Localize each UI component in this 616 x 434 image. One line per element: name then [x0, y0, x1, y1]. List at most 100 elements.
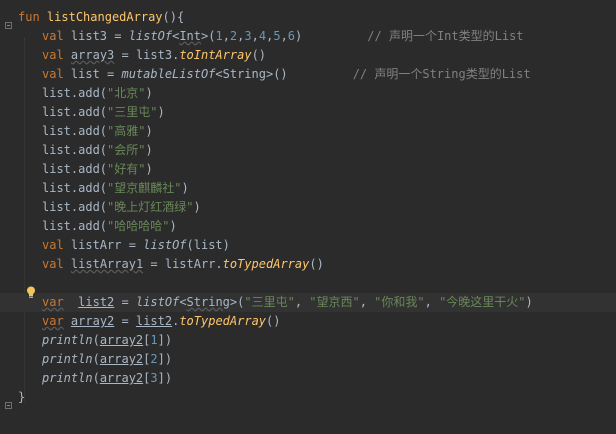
code-token: listOf — [128, 29, 173, 43]
code-line[interactable]: var array2 = list2.toTypedArray() — [0, 312, 616, 331]
code-line[interactable]: list.add("会所") — [0, 141, 616, 160]
code-token: mutableListOf — [121, 67, 216, 81]
code-line[interactable]: list.add("高雅") — [0, 122, 616, 141]
code-line[interactable]: println(array2[1]) — [0, 331, 616, 350]
code-token: "晚上灯红酒绿" — [107, 200, 194, 214]
code-line[interactable]: list.add("望京麒麟社") — [0, 179, 616, 198]
lightbulb-icon[interactable] — [26, 286, 36, 299]
code-editor[interactable]: fun listChangedArray(){ val list3 = listO… — [0, 0, 616, 434]
code-token: val — [42, 67, 64, 81]
code-token: list.add( — [42, 181, 108, 195]
code-token: "今晚这里干火" — [439, 295, 526, 309]
code-token: list = — [63, 67, 122, 81]
code-token: val — [42, 238, 64, 252]
code-token: list.add( — [42, 105, 108, 119]
code-line-content: var list2 = listOf<String>("三里屯", "望京西",… — [42, 293, 533, 312]
code-token: toTypedArray — [222, 257, 310, 271]
code-token: 3 — [150, 371, 158, 385]
code-line-content: list.add("哈哈哈哈") — [42, 217, 177, 236]
code-line-content: val listArr = listOf(list) — [42, 236, 230, 255]
code-token: () — [251, 48, 267, 62]
code-token: println — [42, 371, 93, 385]
code-token: (list) — [186, 238, 230, 252]
code-line[interactable]: val list3 = listOf<Int>(1,2,3,4,5,6) // … — [0, 27, 616, 46]
code-token: , — [424, 295, 440, 309]
code-token: list.add( — [42, 143, 108, 157]
code-token: >( — [229, 295, 245, 309]
code-token: // 声明一个String类型的List — [352, 67, 531, 81]
code-line[interactable]: val list = mutableListOf<String>() // 声明… — [0, 65, 616, 84]
code-line-content: list.add("三里屯") — [42, 103, 165, 122]
code-token: ( — [92, 371, 100, 385]
code-line-content: list.add("望京麒麟社") — [42, 179, 189, 198]
code-token: ) — [193, 200, 201, 214]
code-line[interactable]: val listArray1 = listArr.toTypedArray() — [0, 255, 616, 274]
code-token: list.add( — [42, 162, 108, 176]
code-line[interactable]: list.add("哈哈哈哈") — [0, 217, 616, 236]
code-line-content: list.add("北京") — [42, 84, 153, 103]
code-line[interactable]: list.add("好有") — [0, 160, 616, 179]
code-token: Int — [179, 29, 201, 43]
code-token: , — [251, 29, 259, 43]
code-line[interactable]: list.add("北京") — [0, 84, 616, 103]
code-line-content: val array3 = list3.toIntArray() — [42, 46, 266, 65]
code-token: "你和我" — [374, 295, 425, 309]
code-line[interactable]: list.add("三里屯") — [0, 103, 616, 122]
code-token: println — [42, 352, 93, 366]
code-token: listArr = — [63, 238, 144, 252]
code-token: () — [309, 257, 324, 271]
code-line[interactable]: val listArr = listOf(list) — [0, 236, 616, 255]
code-line[interactable]: println(array2[2]) — [0, 350, 616, 369]
code-token: "三里屯" — [244, 295, 295, 309]
code-token: var — [42, 295, 64, 309]
code-token: () — [266, 314, 281, 328]
code-line-content: list.add("高雅") — [42, 122, 153, 141]
code-token: } — [18, 390, 26, 404]
code-line[interactable]: list.add("晚上灯红酒绿") — [0, 198, 616, 217]
code-token: listArray1 — [70, 257, 144, 271]
code-token: 2 — [150, 352, 158, 366]
code-token: >( — [201, 29, 216, 43]
code-line[interactable]: val array3 = list3.toIntArray() — [0, 46, 616, 65]
code-token: ]) — [157, 371, 173, 385]
code-line[interactable]: } — [0, 388, 616, 407]
code-token: = list3. — [114, 48, 180, 62]
code-token: toIntArray — [179, 48, 252, 62]
code-line[interactable] — [0, 274, 616, 293]
code-token: String — [186, 295, 230, 309]
code-token: listOf — [135, 295, 180, 309]
code-token: "会所" — [107, 143, 146, 157]
code-token: array3 — [70, 48, 115, 62]
code-line[interactable]: fun listChangedArray(){ — [0, 8, 616, 27]
code-token: array2 — [99, 333, 144, 347]
code-token: "三里屯" — [107, 105, 158, 119]
code-token: val — [42, 29, 64, 43]
code-token: = — [114, 295, 136, 309]
code-token: list3 = — [63, 29, 129, 43]
code-token: = listArr. — [143, 257, 223, 271]
code-token: "高雅" — [107, 124, 146, 138]
code-token: // 声明一个Int类型的List — [367, 29, 524, 43]
code-line-content: } — [18, 388, 25, 407]
code-token: ) — [295, 29, 368, 43]
code-line[interactable]: var list2 = listOf<String>("三里屯", "望京西",… — [0, 293, 616, 312]
code-token: list.add( — [42, 200, 108, 214]
code-line-content: val list = mutableListOf<String>() // 声明… — [42, 65, 531, 84]
code-token: val — [42, 257, 64, 271]
code-token: array2 — [70, 314, 115, 328]
code-token: var — [42, 314, 64, 328]
code-token: ]) — [157, 333, 173, 347]
code-token: "望京西" — [309, 295, 360, 309]
code-token: list2 — [78, 295, 115, 309]
code-token: toTypedArray — [179, 314, 267, 328]
code-token: 3 — [244, 29, 252, 43]
code-line[interactable]: println(array2[3]) — [0, 369, 616, 388]
code-line-content: println(array2[2]) — [42, 350, 172, 369]
code-token: 5 — [273, 29, 281, 43]
code-line-content: list.add("晚上灯红酒绿") — [42, 198, 201, 217]
code-token: list2 — [135, 314, 173, 328]
